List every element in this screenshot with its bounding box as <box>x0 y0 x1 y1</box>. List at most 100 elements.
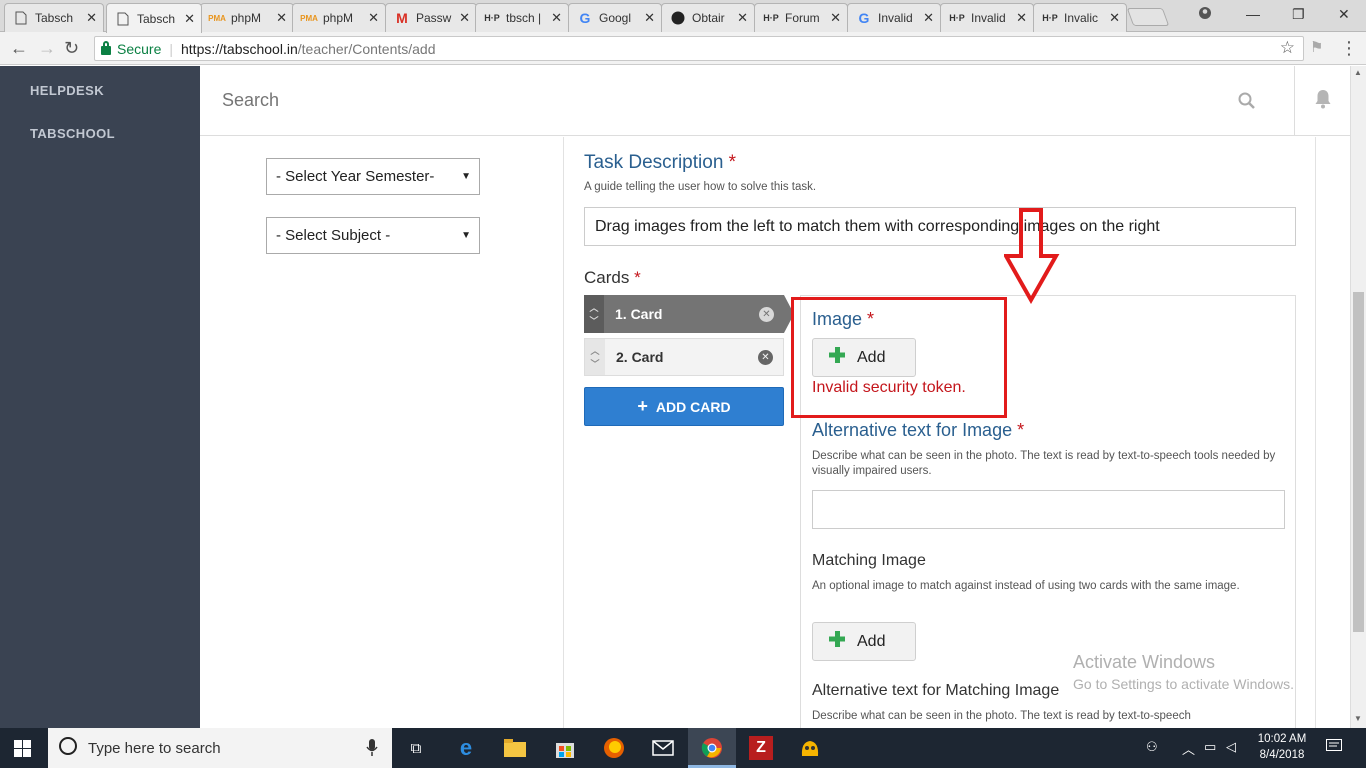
search-input[interactable] <box>222 90 1122 111</box>
xampp-icon[interactable] <box>798 736 822 760</box>
action-center-icon[interactable] <box>1326 739 1342 756</box>
taskbar-search-placeholder: Type here to search <box>88 739 221 757</box>
firefox-icon[interactable] <box>602 736 626 760</box>
close-tab-icon[interactable]: ✕ <box>368 10 379 26</box>
browser-tab[interactable]: PMA phpM ✕ <box>292 3 386 32</box>
close-tab-icon[interactable]: ✕ <box>923 10 934 26</box>
close-tab-icon[interactable]: ✕ <box>1109 10 1120 26</box>
add-matching-image-button[interactable]: Add <box>812 622 916 661</box>
app-topbar <box>200 66 1350 136</box>
store-icon[interactable] <box>553 736 577 760</box>
forward-icon[interactable]: → <box>38 38 56 59</box>
dropdown-arrow-icon: ▼ <box>461 230 471 241</box>
required-mark: * <box>728 152 737 173</box>
browser-tab[interactable]: H·P Forum ✕ <box>754 3 848 32</box>
secure-label: Secure <box>117 40 162 57</box>
browser-tab[interactable]: PMA phpM ✕ <box>200 3 294 32</box>
chevron-down-icon[interactable]: ﹀ <box>589 314 598 327</box>
hp-icon: H·P <box>949 13 965 23</box>
year-semester-select[interactable]: - Select Year Semester- ▼ <box>266 158 480 195</box>
new-tab-button[interactable] <box>1126 8 1170 26</box>
matching-alt-text-title: Alternative text for Matching Image <box>812 682 1060 699</box>
subject-select[interactable]: - Select Subject - ▼ <box>266 217 480 254</box>
microphone-icon[interactable] <box>366 739 378 761</box>
add-card-button[interactable]: + ADD CARD <box>584 387 784 426</box>
close-tab-icon[interactable]: ✕ <box>830 10 841 26</box>
people-icon[interactable]: ⚇ <box>1146 739 1158 755</box>
matching-image-help: An optional image to match against inste… <box>812 580 1240 592</box>
matching-alt-text-help: Describe what can be seen in the photo. … <box>812 710 1191 722</box>
windows-taskbar: Type here to search ⧉ e Z ⚇ ︿ ▭ ◁ 10:02 … <box>0 728 1366 768</box>
browser-tab[interactable]: Tabsch ✕ <box>4 3 104 32</box>
browser-tab-strip: Tabsch ✕ Tabsch ✕ PMA phpM ✕ PMA phpM ✕ … <box>0 0 1366 33</box>
reorder-handle[interactable]: ︿ ﹀ <box>584 295 604 333</box>
browser-tab[interactable]: G Googl ✕ <box>568 3 662 32</box>
card-item-1[interactable]: ︿ ﹀ 1. Card ✕ <box>584 295 784 333</box>
clock-date: 8/4/2018 <box>1259 749 1305 761</box>
close-tab-icon[interactable]: ✕ <box>737 10 748 26</box>
search-icon[interactable] <box>1238 92 1256 115</box>
task-view-icon[interactable]: ⧉ <box>404 736 428 760</box>
restore-icon[interactable]: ❐ <box>1292 6 1305 23</box>
cards-title: Cards * <box>584 268 641 287</box>
card-label: 1. Card <box>615 306 663 322</box>
close-window-icon[interactable]: ✕ <box>1338 6 1350 23</box>
browser-tab[interactable]: H·P Invalic ✕ <box>1033 3 1127 32</box>
reload-icon[interactable]: ↻ <box>64 38 79 59</box>
github-icon <box>670 10 686 26</box>
sidebar-item-tabschool[interactable]: TABSCHOOL <box>0 126 115 141</box>
remove-card-icon[interactable]: ✕ <box>759 306 774 322</box>
close-tab-icon[interactable]: ✕ <box>184 11 195 27</box>
back-icon[interactable]: ← <box>10 38 28 59</box>
close-tab-icon[interactable]: ✕ <box>1016 10 1027 26</box>
browser-tab-active[interactable]: Tabsch ✕ <box>106 3 202 33</box>
alt-text-input[interactable] <box>812 490 1285 529</box>
scroll-down-icon[interactable]: ▼ <box>1354 714 1362 723</box>
url-host: https://tabschool.in <box>181 40 298 57</box>
browser-tab[interactable]: Obtair ✕ <box>661 3 755 32</box>
profile-icon[interactable] <box>1198 6 1212 23</box>
alt-text-title: Alternative text for Image * <box>812 420 1025 440</box>
minimize-icon[interactable]: — <box>1246 6 1260 22</box>
menu-icon[interactable]: ⋮ <box>1340 38 1358 59</box>
close-tab-icon[interactable]: ✕ <box>86 10 97 26</box>
mail-icon[interactable] <box>651 736 675 760</box>
chevron-up-icon[interactable]: ︿ <box>590 344 599 357</box>
tray-chevron-up-icon[interactable]: ︿ <box>1182 739 1195 758</box>
chevron-up-icon[interactable]: ︿ <box>589 301 598 314</box>
chrome-icon[interactable] <box>700 736 724 760</box>
close-tab-icon[interactable]: ✕ <box>551 10 562 26</box>
page-scrollbar[interactable]: ▲ ▼ <box>1350 66 1366 728</box>
extension-icon[interactable]: ⚑ <box>1310 38 1323 56</box>
card-item-2[interactable]: ︿ ﹀ 2. Card ✕ <box>584 338 784 376</box>
address-bar[interactable]: Secure | https://tabschool.in/teacher/Co… <box>94 36 1304 61</box>
windows-start-icon[interactable] <box>14 740 31 762</box>
close-tab-icon[interactable]: ✕ <box>644 10 655 26</box>
remove-card-icon[interactable]: ✕ <box>758 349 773 365</box>
close-tab-icon[interactable]: ✕ <box>459 10 470 26</box>
close-tab-icon[interactable]: ✕ <box>276 10 287 26</box>
task-description-input[interactable]: Drag images from the left to match them … <box>584 207 1296 246</box>
taskbar-search-input[interactable]: Type here to search <box>48 728 392 768</box>
notifications-button[interactable] <box>1294 66 1350 136</box>
sidebar-item-helpdesk[interactable]: HELPDESK <box>0 83 104 98</box>
network-icon[interactable]: ▭ <box>1204 739 1216 755</box>
card-label: 2. Card <box>616 349 664 365</box>
file-explorer-icon[interactable] <box>503 736 527 760</box>
reorder-handle[interactable]: ︿ ﹀ <box>585 339 605 375</box>
browser-tab[interactable]: G Invalid ✕ <box>847 3 941 32</box>
hp-icon: H·P <box>1042 13 1058 23</box>
browser-tab[interactable]: M Passw ✕ <box>385 3 477 32</box>
chevron-down-icon[interactable]: ﹀ <box>590 357 599 370</box>
scroll-thumb[interactable] <box>1353 292 1364 632</box>
browser-tab[interactable]: H·P Invalid ✕ <box>940 3 1034 32</box>
bookmark-star-icon[interactable]: ☆ <box>1280 38 1295 58</box>
filezilla-icon[interactable]: Z <box>749 736 773 760</box>
browser-tab[interactable]: H·P tbsch | ✕ <box>475 3 569 32</box>
scroll-up-icon[interactable]: ▲ <box>1354 68 1362 77</box>
volume-muted-icon[interactable]: ◁ <box>1226 739 1236 755</box>
taskbar-clock[interactable]: 10:02 AM 8/4/2018 <box>1254 731 1310 763</box>
alt-text-help: Describe what can be seen in the photo. … <box>812 450 1276 477</box>
annotation-arrow-icon <box>1004 208 1060 304</box>
edge-icon[interactable]: e <box>454 735 478 760</box>
